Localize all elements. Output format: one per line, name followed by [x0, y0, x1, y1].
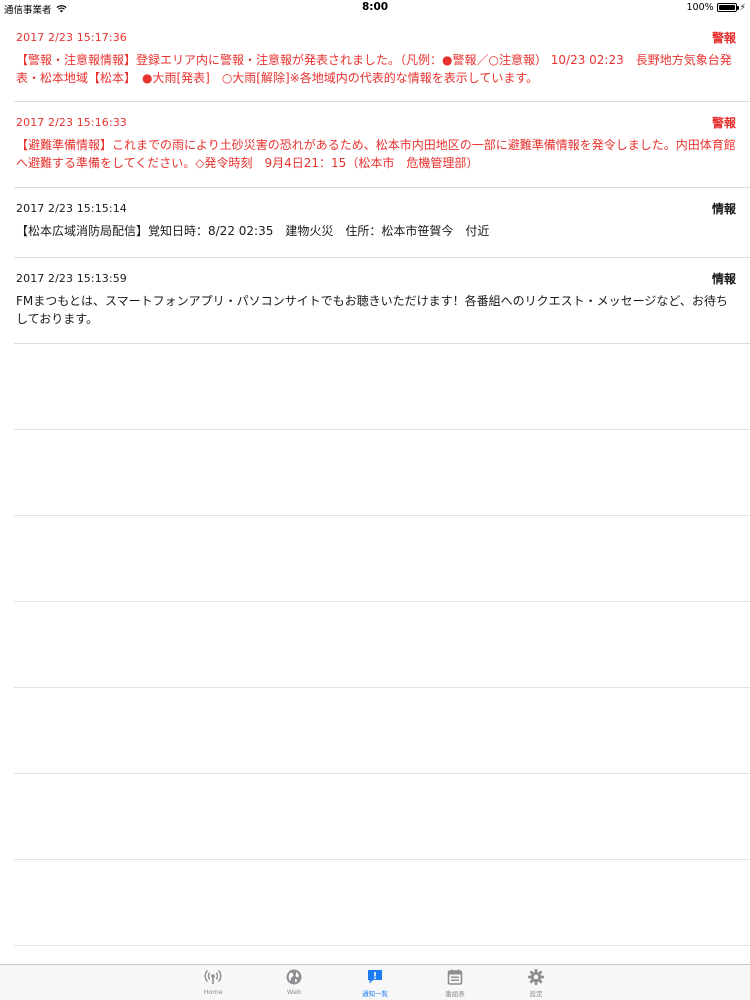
notification-timestamp: 2017 2/23 15:17:36: [16, 31, 127, 44]
empty-row: [14, 860, 750, 946]
tab-label: 通知一覧: [362, 990, 388, 998]
notification-kind-badge: 情報: [711, 272, 736, 286]
tab-label: 設定: [529, 990, 543, 998]
alert-icon: [368, 970, 382, 984]
notification-text: 【警報・注意報情報】登録エリア内に警報・注意報が発表されました。（凡例：●警報／…: [16, 53, 732, 85]
empty-row: [14, 602, 750, 688]
notification-text: 【松本広域消防局配信】覚知日時：8/22 02:35 建物火災 住所：松本市笹賀…: [16, 224, 490, 238]
tab-schedule[interactable]: 番組表: [425, 968, 485, 998]
empty-row: [14, 430, 750, 516]
notification-kind-badge: 警報: [711, 31, 736, 45]
notification-kind-badge: 警報: [711, 116, 736, 130]
tab-label: 番組表: [445, 990, 465, 998]
notification-text: FMまつもとは、スマートフォンアプリ・パソコンサイトでもお聴きいただけます！各番…: [16, 294, 728, 326]
globe-icon: [286, 969, 302, 985]
tab-notifications[interactable]: 通知一覧: [345, 968, 405, 998]
tab-home[interactable]: Home: [183, 968, 243, 996]
notification-kind-badge: 情報: [711, 202, 736, 216]
battery-indicator: 100% ⚡: [687, 2, 747, 13]
notification-item[interactable]: 2017 2/23 15:15:14 情報 【松本広域消防局配信】覚知日時：8/…: [14, 188, 750, 258]
notification-item[interactable]: 2017 2/23 15:13:59 情報 FMまつもとは、スマートフォンアプリ…: [14, 258, 750, 344]
gear-icon: [528, 969, 544, 985]
broadcast-icon: [204, 970, 222, 984]
battery-icon: [716, 3, 739, 12]
empty-row: [14, 688, 750, 774]
notification-item[interactable]: 2017 2/23 15:17:36 警報 【警報・注意報情報】登録エリア内に警…: [14, 17, 750, 102]
notification-item[interactable]: 2017 2/23 15:16:33 警報 【避難準備情報】これまでの雨により土…: [14, 102, 750, 188]
notification-list[interactable]: 2017 2/23 15:17:36 警報 【警報・注意報情報】登録エリア内に警…: [14, 17, 750, 946]
empty-row: [14, 516, 750, 602]
charging-icon: ⚡: [739, 2, 746, 13]
notification-timestamp: 2017 2/23 15:13:59: [16, 272, 127, 285]
notification-timestamp: 2017 2/23 15:15:14: [16, 202, 127, 215]
empty-row: [14, 344, 750, 430]
calendar-icon: [447, 969, 463, 985]
tab-bar: Home Web 通知一覧 番組表 設定: [0, 964, 750, 1000]
status-bar: 通信事業者 8:00 100% ⚡: [0, 0, 750, 16]
status-time: 8:00: [361, 1, 389, 13]
notification-timestamp: 2017 2/23 15:16:33: [16, 116, 127, 129]
tab-web[interactable]: Web: [264, 968, 324, 996]
tab-settings[interactable]: 設定: [506, 968, 566, 998]
tab-label: Home: [203, 988, 223, 996]
tab-label: Web: [286, 988, 302, 996]
empty-row: [14, 774, 750, 860]
notification-text: 【避難準備情報】これまでの雨により土砂災害の恐れがあるため、松本市内田地区の一部…: [16, 138, 736, 170]
battery-percent: 100%: [686, 2, 714, 13]
